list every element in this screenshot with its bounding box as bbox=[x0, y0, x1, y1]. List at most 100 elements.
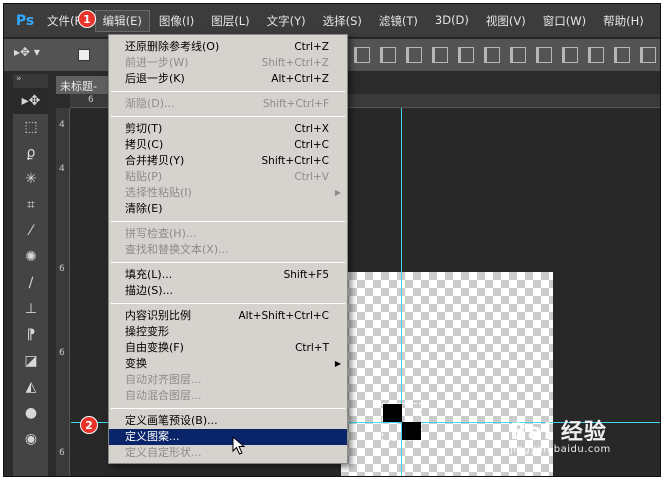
paint-bucket-icon[interactable]: ◭ bbox=[13, 374, 49, 400]
menu-item-shortcut: Ctrl+Z bbox=[294, 41, 329, 53]
ruler-tick-label: 6 bbox=[59, 264, 65, 274]
edit-menu-item[interactable]: 定义图案... bbox=[109, 429, 347, 445]
photoshop-logo: Ps bbox=[15, 12, 35, 29]
move-tool-preset-icon[interactable]: ▸✥ ▾ bbox=[14, 45, 54, 65]
move-icon[interactable]: ▸✥ bbox=[13, 88, 49, 114]
menu-item-label: 自动混合图层... bbox=[125, 389, 202, 402]
menu-separator bbox=[111, 221, 345, 222]
edit-menu-item[interactable]: 自由变换(F) Ctrl+T bbox=[109, 340, 347, 356]
menu-item-shortcut: Ctrl+T bbox=[295, 342, 329, 354]
align-left-icon[interactable] bbox=[432, 47, 448, 63]
edit-menu-item[interactable]: 清除(E) bbox=[109, 201, 347, 217]
menu-item-label: 描边(S)... bbox=[125, 284, 174, 297]
align-hcenter-icon[interactable] bbox=[458, 47, 474, 63]
edit-menu-item[interactable]: 填充(L)... Shift+F5 bbox=[109, 267, 347, 283]
edit-menu-item[interactable]: 描边(S)... bbox=[109, 283, 347, 299]
menu-item-shortcut: Shift+F5 bbox=[283, 269, 329, 281]
menu-item-label: 变换 bbox=[125, 357, 147, 370]
menu-item[interactable]: 图层(L) bbox=[204, 11, 256, 31]
edit-menu-item: 自动对齐图层... bbox=[109, 372, 347, 388]
edit-menu-item[interactable]: 变换 ▶ bbox=[109, 356, 347, 372]
tools-panel: » ▸✥ ⬚ ϼ ✳ ⌗ ⁄ ✺ ∕ ⊥ ⁋ ◪ ◭ ● ◉ bbox=[13, 74, 49, 476]
step-badge-2: 2 bbox=[80, 416, 98, 434]
menu-separator bbox=[111, 91, 345, 92]
ruler-tick-label: 4 bbox=[59, 164, 65, 174]
align-top-icon[interactable] bbox=[354, 47, 370, 63]
menu-item[interactable]: 窗口(W) bbox=[536, 11, 593, 31]
edit-menu-item: 定义自定形状... bbox=[109, 445, 347, 461]
menu-item-shortcut: Alt+Shift+Ctrl+C bbox=[238, 310, 330, 322]
stamp-icon[interactable]: ⊥ bbox=[13, 296, 49, 322]
distribute-vcenter-icon[interactable] bbox=[536, 47, 552, 63]
menu-item[interactable]: 编辑(E) bbox=[94, 9, 150, 32]
ruler-tick-label: 6 bbox=[59, 448, 65, 458]
menu-item-label: 后退一步(K) bbox=[125, 72, 185, 85]
vertical-ruler[interactable]: 4 4 6 6 6 bbox=[56, 108, 70, 476]
history-brush-icon[interactable]: ⁋ bbox=[13, 322, 49, 348]
ruler-tick-label: 4 bbox=[59, 120, 65, 130]
menu-item-shortcut: Alt+Ctrl+Z bbox=[271, 73, 329, 85]
edit-menu-item[interactable]: 内容识别比例 Alt+Shift+Ctrl+C bbox=[109, 308, 347, 324]
menu-item-label: 自动对齐图层... bbox=[125, 373, 202, 386]
menu-separator bbox=[111, 116, 345, 117]
align-bottom-icon[interactable] bbox=[406, 47, 422, 63]
healing-icon[interactable]: ✺ bbox=[13, 244, 49, 270]
distribute-hcenter-icon[interactable] bbox=[614, 47, 630, 63]
edit-menu-item[interactable]: 操控变形 bbox=[109, 324, 347, 340]
document-tab[interactable]: 未标题- bbox=[56, 76, 114, 94]
eyedropper-icon[interactable]: ⁄ bbox=[13, 218, 49, 244]
distribute-bottom-icon[interactable] bbox=[562, 47, 578, 63]
menu-item[interactable]: 帮助(H) bbox=[596, 11, 651, 31]
auto-select-checkbox[interactable] bbox=[78, 49, 90, 61]
edit-menu-item: 拼写检查(H)... bbox=[109, 226, 347, 242]
menu-item-label: 还原删除参考线(O) bbox=[125, 40, 220, 53]
lasso-icon[interactable]: ϼ bbox=[13, 140, 49, 166]
menu-item[interactable]: 图像(I) bbox=[152, 11, 201, 31]
edit-menu-item[interactable]: 合并拷贝(Y) Shift+Ctrl+C bbox=[109, 153, 347, 169]
menu-item[interactable]: 选择(S) bbox=[316, 11, 369, 31]
edit-menu-item[interactable]: 拷贝(C) Ctrl+C bbox=[109, 137, 347, 153]
dodge-icon[interactable]: ◉ bbox=[13, 426, 49, 452]
edit-menu-item[interactable]: 后退一步(K) Alt+Ctrl+Z bbox=[109, 71, 347, 87]
menu-item-label: 定义画笔预设(B)... bbox=[125, 414, 218, 427]
align-right-icon[interactable] bbox=[484, 47, 500, 63]
menu-item-shortcut: Shift+Ctrl+C bbox=[261, 155, 329, 167]
menu-item-shortcut: Shift+Ctrl+F bbox=[262, 98, 329, 110]
menu-item-label: 前进一步(W) bbox=[125, 56, 189, 69]
menu-item[interactable]: 3D(D) bbox=[428, 11, 476, 31]
menu-item-label: 定义自定形状... bbox=[125, 446, 202, 459]
edit-menu-item[interactable]: 定义画笔预设(B)... bbox=[109, 413, 347, 429]
menu-items: 文件(F) 编辑(E) 图像(I) 图层(L) 文字(Y) 选择(S) 滤镜(T) 3D(D)… bbox=[40, 9, 654, 32]
marquee-icon[interactable]: ⬚ bbox=[13, 114, 49, 140]
pattern-black-square bbox=[402, 422, 421, 440]
edit-menu-item[interactable]: 剪切(T) Ctrl+X bbox=[109, 121, 347, 137]
align-vcenter-icon[interactable] bbox=[380, 47, 396, 63]
submenu-arrow-icon: ▶ bbox=[334, 188, 341, 197]
eraser-icon[interactable]: ◪ bbox=[13, 348, 49, 374]
edit-menu-dropdown: 还原删除参考线(O) Ctrl+Z 前进一步(W) Shift+Ctrl+Z 后退一步(… bbox=[108, 34, 348, 464]
menu-item[interactable]: 视图(V) bbox=[479, 11, 533, 31]
menu-item-label: 操控变形 bbox=[125, 325, 169, 338]
edit-menu-item[interactable]: 还原删除参考线(O) Ctrl+Z bbox=[109, 39, 347, 55]
blur-icon[interactable]: ● bbox=[13, 400, 49, 426]
submenu-arrow-icon: ▶ bbox=[334, 359, 341, 368]
menu-item-label: 清除(E) bbox=[125, 202, 163, 215]
photoshop-window: Ps 文件(F) 编辑(E) 图像(I) 图层(L) 文字(Y) 选择(S) 滤镜(T) 3D… bbox=[3, 3, 661, 477]
menu-item[interactable]: 滤镜(T) bbox=[372, 11, 425, 31]
pattern-selection[interactable] bbox=[382, 403, 422, 441]
menu-item-shortcut: Shift+Ctrl+Z bbox=[261, 57, 329, 69]
tools-panel-collapse-icon[interactable]: » bbox=[13, 74, 48, 88]
menu-item-label: 查找和替换文本(X)... bbox=[125, 243, 229, 256]
crop-icon[interactable]: ⌗ bbox=[13, 192, 49, 218]
menu-item[interactable]: 文字(Y) bbox=[260, 11, 313, 31]
distribute-right-icon[interactable] bbox=[640, 47, 656, 63]
distribute-left-icon[interactable] bbox=[588, 47, 604, 63]
edit-menu-item: 查找和替换文本(X)... bbox=[109, 242, 347, 258]
menu-separator bbox=[111, 303, 345, 304]
magic-wand-icon[interactable]: ✳ bbox=[13, 166, 49, 192]
mouse-cursor-icon bbox=[232, 436, 246, 455]
distribute-top-icon[interactable] bbox=[510, 47, 526, 63]
edit-menu-item: 渐隐(D)... Shift+Ctrl+F bbox=[109, 96, 347, 112]
ruler-tick-label: 6 bbox=[88, 95, 94, 105]
brush-icon[interactable]: ∕ bbox=[13, 270, 49, 296]
